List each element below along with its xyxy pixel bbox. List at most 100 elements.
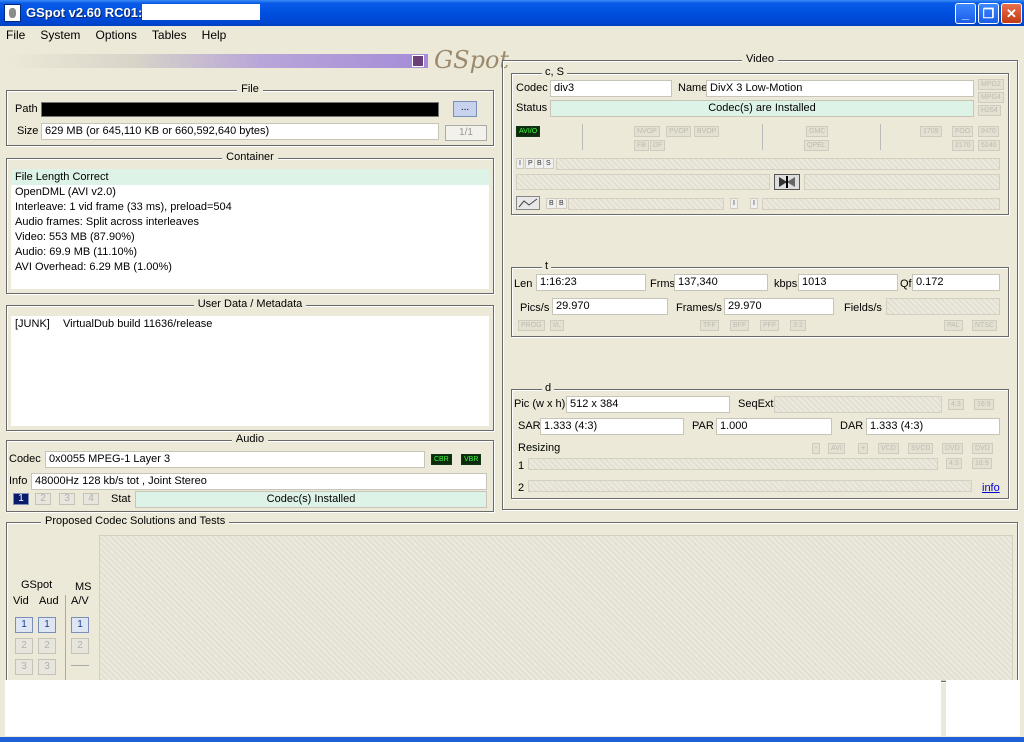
video-name-field: DivX 3 Low-Motion: [706, 80, 974, 97]
gop-strip-right: [762, 198, 1000, 210]
gop-strip-left: [568, 198, 724, 210]
video-status-label: Status: [516, 102, 548, 114]
userdata-value: VirtualDub build 11636/release: [63, 318, 213, 330]
menu-file[interactable]: File: [0, 26, 31, 42]
len-field: 1:16:23: [536, 274, 646, 291]
part-button[interactable]: 1/1: [445, 125, 487, 141]
tff-indicator: TFF: [700, 320, 719, 331]
qpel-indicator: QPEL: [804, 140, 829, 151]
frame-type-strip: [556, 158, 1000, 170]
kbps-label: kbps: [774, 278, 798, 290]
menu-help[interactable]: Help: [196, 26, 233, 42]
container-list[interactable]: File Length Correct OpenDML (AVI v2.0) I…: [11, 169, 489, 289]
video-codec-label: Codec: [516, 82, 548, 94]
mpg4-indicator: MPG4: [978, 92, 1004, 103]
video-status-field: Codec(s) are Installed: [550, 100, 974, 117]
row1-169-chip: 16:9: [972, 458, 992, 469]
df-indicator: DF: [650, 140, 666, 151]
gspot-aud-2-button[interactable]: 2: [38, 638, 56, 654]
menu-tables[interactable]: Tables: [146, 26, 193, 42]
proposed-results-area: [99, 535, 1013, 681]
resize-dvd-chip[interactable]: DVD: [942, 443, 963, 454]
audio-stream-3-button[interactable]: 3: [59, 493, 75, 505]
resize-vcd-chip[interactable]: VCD: [878, 443, 899, 454]
1709-indicator: 1709: [920, 126, 942, 137]
gspot-vid-2-button[interactable]: 2: [15, 638, 33, 654]
browse-button[interactable]: ...: [453, 101, 477, 117]
pvop-indicator: PVOP: [666, 126, 692, 137]
graph-icon[interactable]: [516, 196, 540, 210]
playhead-icon[interactable]: [774, 174, 800, 190]
container-line: Audio frames: Split across interleaves: [15, 216, 200, 228]
menu-options[interactable]: Options: [89, 26, 142, 42]
container-line: Interleave: 1 vid frame (33 ms), preload…: [15, 201, 232, 213]
resize-dvd2-chip[interactable]: DVD: [972, 443, 993, 454]
frame-s-chip: S: [543, 158, 554, 169]
info-link[interactable]: info: [982, 482, 1000, 494]
size-label: Size: [17, 125, 39, 137]
resize-row1-label: 1: [518, 460, 525, 472]
divider: [65, 595, 66, 681]
ms-av-1-button[interactable]: 1: [71, 617, 89, 633]
cbr-indicator: CBR: [431, 454, 452, 465]
resizing-label: Resizing: [518, 442, 561, 454]
mpg2-indicator: MPG2: [978, 79, 1004, 90]
gspot-aud-3-button[interactable]: 3: [38, 659, 56, 675]
resize-minus-icon[interactable]: -: [812, 443, 821, 454]
video-codec-subgroup: c, S Codec div3 Name DivX 3 Low-Motion S…: [511, 66, 1009, 215]
resize-plus-icon[interactable]: +: [858, 443, 869, 454]
video-group: Video c, S Codec div3 Name DivX 3 Low-Mo…: [502, 53, 1018, 510]
minimize-button[interactable]: _: [955, 3, 976, 24]
frms-label: Frms: [650, 278, 676, 290]
resize-avi-chip[interactable]: AVI: [828, 443, 845, 454]
bvop-indicator: BVOP: [694, 126, 720, 137]
resize-svcd-chip[interactable]: SVCD: [908, 443, 934, 454]
divider: [582, 124, 583, 150]
par-field: 1.000: [716, 418, 832, 435]
taskbar-edge: [0, 737, 1024, 742]
userdata-tag: [JUNK]: [15, 318, 50, 330]
kbps-field: 1013: [798, 274, 898, 291]
close-button[interactable]: ✕: [1001, 3, 1022, 24]
maximize-button[interactable]: ❐: [978, 3, 999, 24]
pal-indicator: PAL: [944, 320, 963, 331]
path-field[interactable]: [41, 102, 439, 117]
video-time-subgroup: t Len 1:16:23 Frms 137,340 kbps 1013 Qf …: [511, 260, 1009, 337]
row1-43-chip: 4:3: [946, 458, 962, 469]
container-line: File Length Correct: [15, 171, 109, 183]
gspot-logo: GSpot: [434, 46, 510, 74]
title-redacted-area: [142, 4, 260, 20]
vbr-indicator: VBR: [461, 454, 482, 465]
resize-row2-label: 2: [518, 482, 525, 494]
video-name-label: Name: [678, 82, 708, 94]
prog-indicator: PROG: [518, 320, 545, 331]
avi-indicator: AVI/O: [516, 126, 541, 137]
pics-field: 29.970: [552, 298, 668, 315]
file-group: File Path ... Size 629 MB (or 645,110 KB…: [6, 83, 494, 146]
frms-field: 137,340: [674, 274, 768, 291]
container-line: Video: 553 MB (87.90%): [15, 231, 135, 243]
il-indicator: I/L: [550, 320, 564, 331]
audio-stream-4-button[interactable]: 4: [83, 493, 99, 505]
foo-indicator: FOO: [952, 126, 974, 137]
userdata-group: User Data / Metadata [JUNK] VirtualDub b…: [6, 298, 494, 431]
t-title: t: [542, 260, 552, 272]
resize-row1-bar: [528, 458, 938, 470]
container-line: AVI Overhead: 6.29 MB (1.00%): [15, 261, 172, 273]
app-icon[interactable]: [4, 4, 21, 22]
ms-av-2-button[interactable]: 2: [71, 638, 89, 654]
audio-stream-2-button[interactable]: 2: [35, 493, 51, 505]
sar-field: 1.333 (4:3): [540, 418, 684, 435]
gspot-vid-3-button[interactable]: 3: [15, 659, 33, 675]
audio-stream-1-button[interactable]: 1: [13, 493, 29, 505]
video-group-title: Video: [742, 53, 778, 65]
gspot-vid-1-button[interactable]: 1: [15, 617, 33, 633]
qf-field: 0.172: [912, 274, 1000, 291]
window-title: GSpot v2.60 RC01:: [26, 5, 143, 20]
frame-i-chip: I: [516, 158, 524, 169]
gspot-aud-1-button[interactable]: 1: [38, 617, 56, 633]
userdata-list[interactable]: [JUNK] VirtualDub build 11636/release: [11, 316, 489, 426]
32-indicator: 3:2: [790, 320, 806, 331]
audio-codec-label: Codec: [9, 453, 41, 465]
menu-system[interactable]: System: [34, 26, 86, 42]
